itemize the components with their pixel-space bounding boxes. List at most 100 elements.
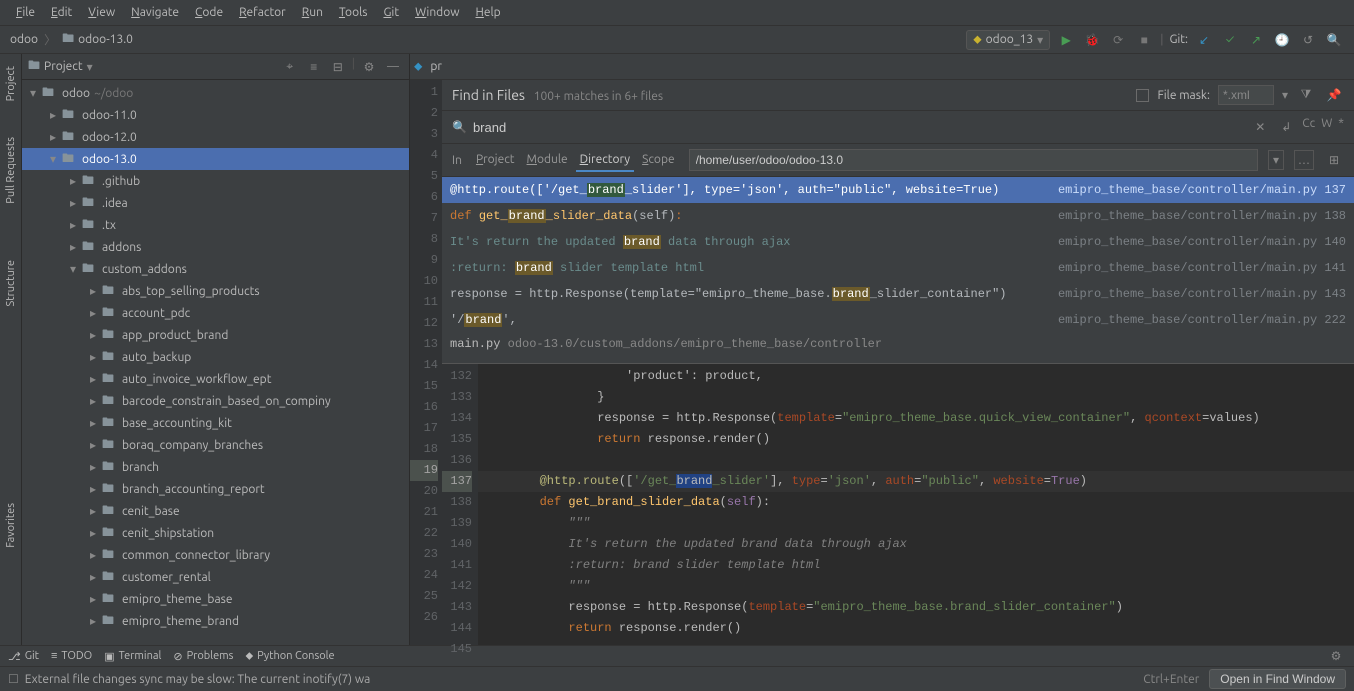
code-area[interactable]: 'product': product, } response = http.Re… [478, 364, 1354, 645]
code-line[interactable]: response = http.Response(template="emipr… [478, 408, 1354, 429]
arrow-icon[interactable]: ▸ [90, 394, 102, 408]
menu-navigate[interactable]: Navigate [123, 6, 187, 19]
tree-item[interactable]: ▸🖿app_product_brand [22, 324, 409, 346]
code-line[interactable]: response = http.Response(template="emipr… [478, 597, 1354, 618]
tree-item[interactable]: ▸🖿base_accounting_kit [22, 412, 409, 434]
search-input[interactable] [473, 120, 1250, 135]
search-result-row[interactable]: :return: brand slider template htmlemipr… [442, 255, 1354, 281]
stop-button[interactable]: ■ [1134, 30, 1154, 50]
code-line[interactable]: 'product': product, [478, 366, 1354, 387]
match-case-button[interactable]: Cc [1302, 117, 1315, 137]
code-line[interactable]: """ [478, 576, 1354, 597]
sidebar-tab-structure[interactable]: Structure [3, 252, 19, 315]
editor-tab-label[interactable]: pr [422, 58, 450, 75]
run-config-dropdown[interactable]: ⬥ odoo_13 ▾ [966, 30, 1050, 50]
tool-problems[interactable]: ⊘Problems [173, 650, 233, 663]
tree-item[interactable]: ▸🖿abs_top_selling_products [22, 280, 409, 302]
code-line[interactable]: :return: brand slider template html [478, 555, 1354, 576]
tree-item[interactable]: ▸🖿common_connector_library [22, 544, 409, 566]
sidebar-tab-pull-requests[interactable]: Pull Requests [3, 129, 19, 212]
menu-help[interactable]: Help [468, 6, 509, 19]
search-result-row[interactable]: def get_brand_slider_data(self):emipro_t… [442, 203, 1354, 229]
arrow-icon[interactable]: ▸ [90, 614, 102, 628]
tree-item[interactable]: ▸🖿.github [22, 170, 409, 192]
arrow-icon[interactable]: ▾ [50, 152, 62, 166]
git-revert-button[interactable]: ↺ [1298, 30, 1318, 50]
arrow-icon[interactable]: ▸ [90, 438, 102, 452]
menu-edit[interactable]: Edit [43, 6, 80, 19]
file-mask-checkbox[interactable] [1136, 89, 1149, 102]
tree-item[interactable]: ▸🖿addons [22, 236, 409, 258]
arrow-icon[interactable]: ▸ [90, 592, 102, 606]
scope-tab-directory[interactable]: Directory [576, 149, 634, 172]
project-dropdown-icon[interactable]: 🖿 [28, 56, 40, 77]
code-line[interactable]: It's return the updated brand data throu… [478, 534, 1354, 555]
scope-tab-module[interactable]: Module [523, 149, 572, 172]
tree-item[interactable]: ▸🖿barcode_constrain_based_on_compiny [22, 390, 409, 412]
tree-item[interactable]: ▸🖿customer_rental [22, 566, 409, 588]
breadcrumb-root[interactable]: odoo [10, 33, 38, 46]
chevron-down-icon[interactable]: ▾ [1268, 150, 1284, 170]
arrow-icon[interactable]: ▸ [70, 218, 82, 232]
debug-button[interactable]: 🐞 [1082, 30, 1102, 50]
arrow-icon[interactable]: ▸ [90, 328, 102, 342]
newline-icon[interactable]: ↲ [1276, 117, 1296, 137]
tree-item[interactable]: ▸🖿branch [22, 456, 409, 478]
menu-code[interactable]: Code [187, 6, 231, 19]
arrow-icon[interactable]: ▸ [90, 504, 102, 518]
arrow-icon[interactable]: ▸ [90, 350, 102, 364]
tree-root[interactable]: ▾ 🖿 odoo ~/odoo [22, 82, 409, 104]
sidebar-tab-project[interactable]: Project [3, 58, 19, 109]
select-opened-file-icon[interactable]: ⌖ [280, 57, 300, 77]
search-everywhere-button[interactable]: 🔍 [1324, 30, 1344, 50]
git-commit-button[interactable]: ✓ [1220, 30, 1240, 50]
directory-input[interactable] [689, 149, 1258, 171]
code-line[interactable]: def get_brand_slider_data(self): [478, 492, 1354, 513]
tree-item[interactable]: ▸🖿emipro_theme_brand [22, 610, 409, 632]
arrow-icon[interactable]: ▸ [90, 372, 102, 386]
hide-panel-icon[interactable]: — [383, 57, 403, 77]
tree-item[interactable]: ▸🖿account_pdc [22, 302, 409, 324]
menu-file[interactable]: File [8, 6, 43, 19]
search-result-row[interactable]: It's return the updated brand data throu… [442, 229, 1354, 255]
tree-select-icon[interactable]: ⊞ [1324, 150, 1344, 170]
gear-icon[interactable]: ⚙ [1326, 646, 1346, 666]
arrow-icon[interactable]: ▸ [90, 284, 102, 298]
tree-item[interactable]: ▸🖿cenit_base [22, 500, 409, 522]
arrow-icon[interactable]: ▸ [90, 416, 102, 430]
tree-item[interactable]: ▸🖿cenit_shipstation [22, 522, 409, 544]
clear-search-icon[interactable]: ✕ [1250, 117, 1270, 137]
arrow-icon[interactable]: ▸ [50, 130, 62, 144]
run-button[interactable]: ▶ [1056, 30, 1076, 50]
whole-word-button[interactable]: W [1321, 117, 1332, 137]
git-update-button[interactable]: ↙ [1194, 30, 1214, 50]
filter-icon[interactable]: ⧩ [1296, 85, 1316, 105]
arrow-icon[interactable]: ▸ [90, 482, 102, 496]
file-mask-input[interactable] [1218, 85, 1274, 105]
tree-item[interactable]: ▸🖿auto_backup [22, 346, 409, 368]
tree-item[interactable]: ▸🖿emipro_theme_base [22, 588, 409, 610]
arrow-icon[interactable]: ▸ [90, 460, 102, 474]
code-line[interactable]: return response.render() [478, 618, 1354, 639]
arrow-icon[interactable]: ▸ [50, 108, 62, 122]
arrow-icon[interactable]: ▸ [90, 526, 102, 540]
tree-item[interactable]: ▸🖿odoo-11.0 [22, 104, 409, 126]
arrow-icon[interactable]: ▸ [90, 570, 102, 584]
tool-terminal[interactable]: ▣Terminal [104, 650, 161, 663]
breadcrumb-path[interactable]: odoo-13.0 [78, 33, 133, 46]
project-tree[interactable]: ▾ 🖿 odoo ~/odoo ▸🖿odoo-11.0▸🖿odoo-12.0▾🖿… [22, 80, 409, 645]
run-with-coverage-button[interactable]: ⟳ [1108, 30, 1128, 50]
menu-git[interactable]: Git [375, 6, 407, 19]
scope-tab-scope[interactable]: Scope [638, 149, 679, 172]
expand-all-icon[interactable]: ≡ [304, 57, 324, 77]
menu-refactor[interactable]: Refactor [231, 6, 294, 19]
code-line[interactable] [478, 450, 1354, 471]
chevron-down-icon[interactable]: ▾ [87, 60, 93, 74]
chevron-down-icon[interactable]: ▾ [1282, 88, 1288, 102]
arrow-down-icon[interactable]: ▾ [30, 86, 42, 100]
search-result-row[interactable]: @http.route(['/get_brand_slider'], type=… [442, 177, 1354, 203]
tree-item[interactable]: ▸🖿odoo-12.0 [22, 126, 409, 148]
tree-item[interactable]: ▸🖿branch_accounting_report [22, 478, 409, 500]
code-line[interactable]: @http.route(['/get_brand_slider'], type=… [478, 471, 1354, 492]
settings-icon[interactable]: ⚙ [359, 57, 379, 77]
